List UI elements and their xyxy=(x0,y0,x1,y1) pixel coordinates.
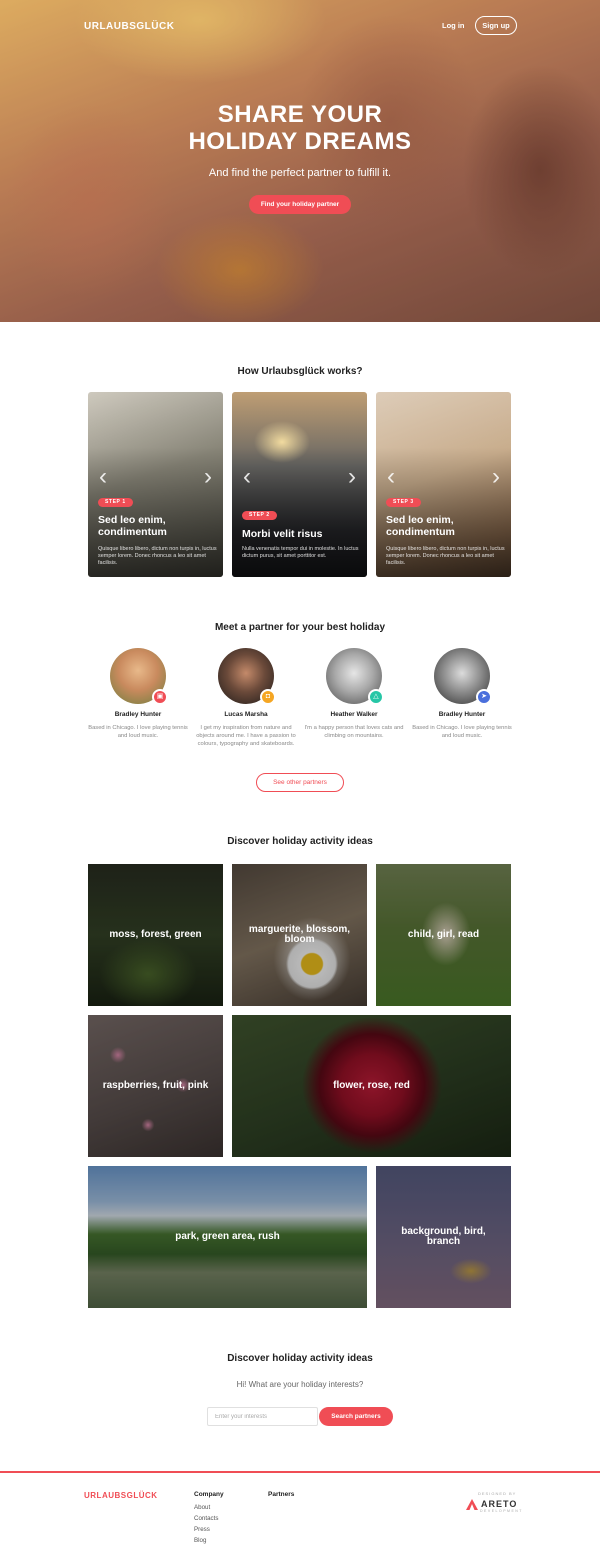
step-card-2[interactable]: ‹ › STEP 2 Morbi velit risus Nulla venen… xyxy=(232,392,367,577)
footer-link-about[interactable]: About xyxy=(194,1504,210,1511)
designer-name: ARETO xyxy=(481,1498,518,1509)
hero-section: URLAUBSGLÜCK Log in Sign up SHARE YOUR H… xyxy=(0,0,600,322)
step-text: Quisque libero libero, dictum non turpis… xyxy=(98,546,217,566)
partner-name[interactable]: Bradley Hunter xyxy=(83,711,193,718)
hero-title: SHARE YOUR HOLIDAY DREAMS xyxy=(0,101,600,155)
footer-link-contacts[interactable]: Contacts xyxy=(194,1515,218,1522)
activity-label: child, girl, read xyxy=(407,929,480,940)
activity-tile[interactable]: raspberries, fruit, pink xyxy=(88,1015,223,1157)
partners-title: Meet a partner for your best holiday xyxy=(214,622,386,633)
activity-label: raspberries, fruit, pink xyxy=(102,1080,209,1091)
partner-name[interactable]: Lucas Marsha xyxy=(191,711,301,718)
step-title-line1: Sed leo enim, xyxy=(98,514,166,526)
activity-label: flower, rose, red xyxy=(333,1080,410,1091)
prev-arrow-icon[interactable]: ‹ xyxy=(240,464,254,490)
hero-title-line2: HOLIDAY DREAMS xyxy=(188,128,412,155)
partner-card[interactable]: ▣ Bradley Hunter Based in Chicago. I lov… xyxy=(83,648,193,740)
partner-description: I get my inspiration from nature and obj… xyxy=(196,725,296,747)
next-arrow-icon[interactable]: › xyxy=(489,464,503,490)
footer-company-title: Company xyxy=(194,1491,224,1498)
search-partners-button[interactable]: Search partners xyxy=(319,1407,393,1426)
plane-icon: ➤ xyxy=(476,689,492,705)
partner-card[interactable]: ➤ Bradley Hunter Based in Chicago. I lov… xyxy=(407,648,517,740)
activity-label: background, bird, branch xyxy=(401,1226,486,1247)
step-title: Morbi velit risus xyxy=(242,528,362,540)
step-title-line2: condimentum xyxy=(386,526,455,538)
partner-description: Based in Chicago. I love playing tennis … xyxy=(88,725,188,739)
partner-description: I'm a happy person that loves cats and c… xyxy=(304,725,404,739)
footer-partners-title[interactable]: Partners xyxy=(268,1491,294,1498)
activity-label: moss, forest, green xyxy=(109,929,202,940)
activity-tile[interactable]: child, girl, read xyxy=(376,864,511,1006)
prev-arrow-icon[interactable]: ‹ xyxy=(96,464,110,490)
activity-tile[interactable]: park, green area, rush xyxy=(88,1166,367,1308)
activity-label: park, green area, rush xyxy=(175,1231,280,1242)
activity-tile[interactable]: marguerite, blossom, bloom xyxy=(232,864,367,1006)
bag-icon: ▣ xyxy=(152,689,168,705)
step-title: Sed leo enim, condimentum xyxy=(386,514,506,538)
search-title: Discover holiday activity ideas xyxy=(227,1353,373,1364)
next-arrow-icon[interactable]: › xyxy=(201,464,215,490)
step-title-line1: Morbi velit risus xyxy=(242,528,323,540)
avatar[interactable]: ◘ xyxy=(218,648,276,705)
footer-link-blog[interactable]: Blog xyxy=(194,1537,206,1544)
step-badge: STEP 2 xyxy=(242,511,277,520)
login-link[interactable]: Log in xyxy=(442,17,465,35)
avatar[interactable]: △ xyxy=(326,648,384,705)
step-title: Sed leo enim, condimentum xyxy=(98,514,218,538)
areto-logo-icon xyxy=(466,1498,478,1510)
partner-description: Based in Chicago. I love playing tennis … xyxy=(412,725,512,739)
activity-tile[interactable]: flower, rose, red xyxy=(232,1015,511,1157)
step-title-line2: condimentum xyxy=(98,526,167,538)
designed-by-label: DESIGNED BY xyxy=(478,1491,517,1496)
activity-label: marguerite, blossom, bloom xyxy=(248,924,351,945)
hero-subtitle: And find the perfect partner to fulfill … xyxy=(208,167,392,179)
step-badge: STEP 3 xyxy=(386,498,421,507)
step-title-line1: Sed leo enim, xyxy=(386,514,454,526)
find-partner-button[interactable]: Find your holiday partner xyxy=(249,195,351,214)
see-other-partners-button[interactable]: See other partners xyxy=(256,773,344,792)
partner-name[interactable]: Bradley Hunter xyxy=(407,711,517,718)
partner-name[interactable]: Heather Walker xyxy=(299,711,409,718)
designer-sub: DEVELOPMENT xyxy=(480,1509,523,1513)
avatar[interactable]: ➤ xyxy=(434,648,492,705)
step-text: Quisque libero libero, dictum non turpis… xyxy=(386,546,505,566)
interests-input[interactable] xyxy=(207,1407,318,1426)
site-logo[interactable]: URLAUBSGLÜCK xyxy=(84,21,174,32)
signup-button[interactable]: Sign up xyxy=(475,16,517,35)
avatar[interactable]: ▣ xyxy=(110,648,168,705)
footer-divider xyxy=(0,1471,600,1473)
footer-link-press[interactable]: Press xyxy=(194,1526,210,1533)
partner-card[interactable]: △ Heather Walker I'm a happy person that… xyxy=(299,648,409,740)
lock-icon: ◘ xyxy=(260,689,276,705)
step-text: Nulla venenatis tempor dui in molestie. … xyxy=(242,546,359,559)
hanger-icon: △ xyxy=(368,689,384,705)
activity-tile[interactable]: background, bird, branch xyxy=(376,1166,511,1308)
step-badge: STEP 1 xyxy=(98,498,133,507)
next-arrow-icon[interactable]: › xyxy=(345,464,359,490)
hero-title-line1: SHARE YOUR xyxy=(217,101,383,128)
footer-logo[interactable]: URLAUBSGLÜCK xyxy=(84,1491,158,1500)
step-card-3[interactable]: ‹ › STEP 3 Sed leo enim, condimentum Qui… xyxy=(376,392,511,577)
activity-tile[interactable]: moss, forest, green xyxy=(88,864,223,1006)
partner-card[interactable]: ◘ Lucas Marsha I get my inspiration from… xyxy=(191,648,301,748)
prev-arrow-icon[interactable]: ‹ xyxy=(384,464,398,490)
how-it-works-title: How Urlaubsglück works? xyxy=(237,366,363,377)
activities-title: Discover holiday activity ideas xyxy=(227,836,373,847)
step-card-1[interactable]: ‹ › STEP 1 Sed leo enim, condimentum Qui… xyxy=(88,392,223,577)
search-subtitle: Hi! What are your holiday interests? xyxy=(236,1380,364,1389)
